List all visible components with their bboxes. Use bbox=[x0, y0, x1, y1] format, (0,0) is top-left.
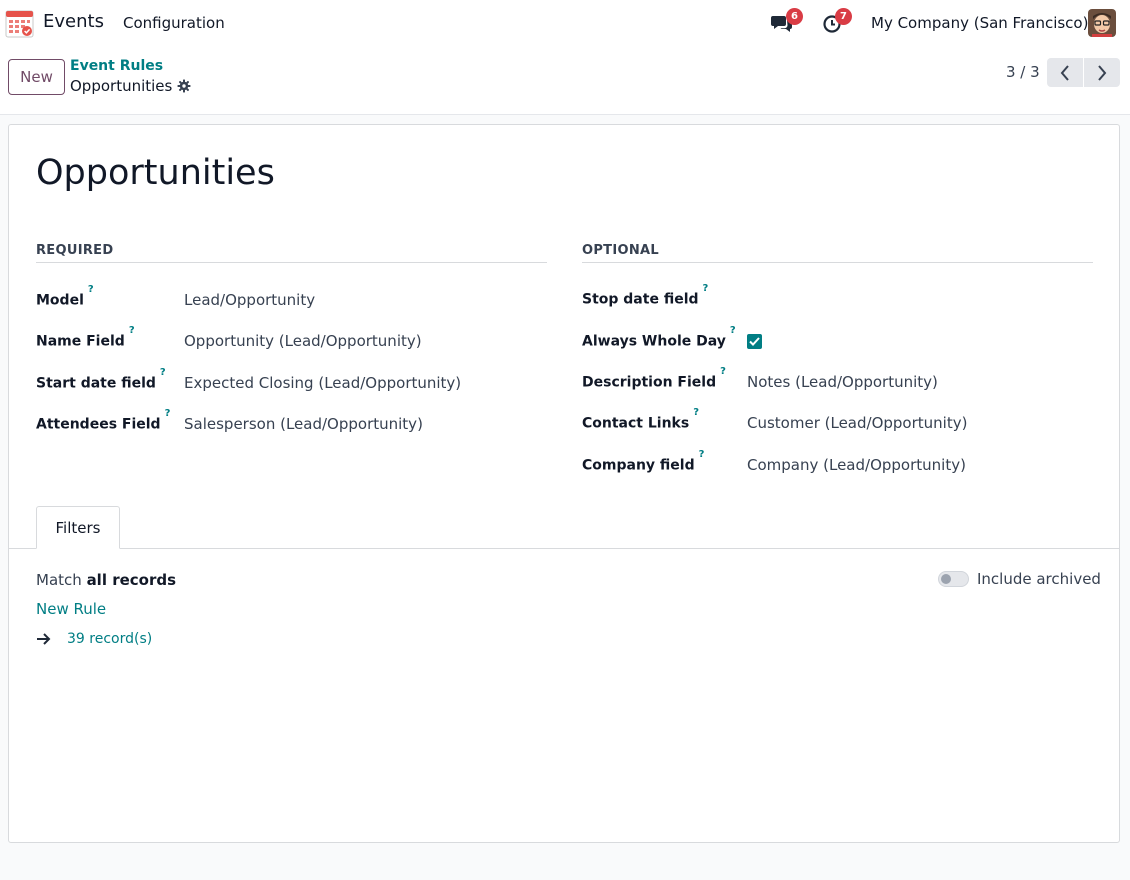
check-icon bbox=[749, 337, 760, 346]
chat-badge: 6 bbox=[786, 8, 803, 25]
field-value-description[interactable]: Notes (Lead/Opportunity) bbox=[747, 373, 938, 391]
company-switcher[interactable]: My Company (San Francisco) bbox=[871, 14, 1088, 32]
help-icon[interactable]: ? bbox=[699, 449, 705, 460]
field-row-start-date: Start date field? Expected Closing (Lead… bbox=[36, 367, 546, 394]
help-icon[interactable]: ? bbox=[88, 284, 94, 295]
calendar-app-icon[interactable] bbox=[5, 8, 34, 38]
field-row-description: Description Field? Notes (Lead/Opportuni… bbox=[582, 366, 1092, 393]
chevron-left-icon bbox=[1060, 64, 1069, 81]
field-row-company: Company field? Company (Lead/Opportunity… bbox=[582, 449, 1092, 476]
whole-day-checkbox[interactable] bbox=[747, 334, 762, 349]
notebook-divider bbox=[9, 548, 1119, 549]
group-required-heading: REQUIRED bbox=[36, 243, 547, 263]
tab-filters[interactable]: Filters bbox=[36, 506, 120, 549]
help-icon[interactable]: ? bbox=[720, 366, 726, 377]
field-row-attendees: Attendees Field? Salesperson (Lead/Oppor… bbox=[36, 408, 546, 435]
field-label-model: Model? bbox=[36, 284, 94, 309]
help-icon[interactable]: ? bbox=[703, 283, 709, 294]
field-value-company[interactable]: Company (Lead/Opportunity) bbox=[747, 456, 966, 474]
field-label-company: Company field? bbox=[582, 449, 705, 474]
record-title[interactable]: Opportunities bbox=[36, 153, 275, 193]
records-count-link[interactable]: 39 record(s) bbox=[67, 631, 152, 647]
activity-badge: 7 bbox=[835, 8, 852, 25]
match-prefix: Match bbox=[36, 571, 82, 589]
top-navbar: Events Configuration 6 7 My Company (San… bbox=[0, 0, 1130, 46]
field-row-whole-day: Always Whole Day? bbox=[582, 325, 1092, 352]
include-archived-label: Include archived bbox=[977, 570, 1101, 588]
field-label-contact-links: Contact Links? bbox=[582, 407, 700, 432]
pager-previous-button[interactable] bbox=[1047, 58, 1083, 87]
help-icon[interactable]: ? bbox=[160, 367, 166, 378]
breadcrumb-current-label: Opportunities bbox=[70, 77, 173, 95]
field-row-contact-links: Contact Links? Customer (Lead/Opportunit… bbox=[582, 407, 1092, 434]
new-button[interactable]: New bbox=[8, 59, 65, 95]
app-name[interactable]: Events bbox=[43, 11, 104, 32]
field-value-name[interactable]: Opportunity (Lead/Opportunity) bbox=[184, 332, 422, 350]
field-value-start-date[interactable]: Expected Closing (Lead/Opportunity) bbox=[184, 374, 461, 392]
field-value-model[interactable]: Lead/Opportunity bbox=[184, 291, 315, 309]
control-panel: New Event Rules Opportunities 3 / 3 bbox=[0, 46, 1130, 115]
records-count-row: 39 record(s) bbox=[36, 631, 152, 647]
field-row-stop-date: Stop date field? bbox=[582, 283, 1092, 310]
pager-value[interactable]: 3 / 3 bbox=[1006, 63, 1040, 81]
field-label-stop-date: Stop date field? bbox=[582, 283, 709, 308]
new-rule-link[interactable]: New Rule bbox=[36, 600, 106, 618]
field-label-attendees: Attendees Field? bbox=[36, 408, 171, 433]
field-row-name: Name Field? Opportunity (Lead/Opportunit… bbox=[36, 325, 546, 352]
field-label-description: Description Field? bbox=[582, 366, 726, 391]
arrow-right-icon bbox=[37, 633, 51, 645]
include-archived[interactable]: Include archived bbox=[938, 570, 1101, 588]
field-row-model: Model? Lead/Opportunity bbox=[36, 284, 546, 311]
match-selector[interactable]: all records bbox=[87, 571, 176, 589]
form-sheet: Opportunities REQUIRED OPTIONAL Model? L… bbox=[8, 124, 1120, 843]
help-icon[interactable]: ? bbox=[693, 407, 699, 418]
chevron-right-icon bbox=[1098, 64, 1107, 81]
help-icon[interactable]: ? bbox=[129, 325, 135, 336]
group-optional-heading: OPTIONAL bbox=[582, 243, 1093, 263]
field-value-contact-links[interactable]: Customer (Lead/Opportunity) bbox=[747, 414, 967, 432]
menu-configuration[interactable]: Configuration bbox=[123, 14, 225, 32]
gear-icon[interactable] bbox=[177, 79, 191, 93]
avatar[interactable] bbox=[1088, 9, 1116, 37]
help-icon[interactable]: ? bbox=[730, 325, 736, 336]
help-icon[interactable]: ? bbox=[165, 408, 171, 419]
breadcrumb-current: Opportunities bbox=[70, 77, 191, 95]
field-label-name: Name Field? bbox=[36, 325, 135, 350]
field-label-start-date: Start date field? bbox=[36, 367, 166, 392]
breadcrumb-parent[interactable]: Event Rules bbox=[70, 58, 163, 74]
field-label-whole-day: Always Whole Day? bbox=[582, 325, 736, 350]
domain-match: Match all records bbox=[36, 571, 176, 589]
field-value-attendees[interactable]: Salesperson (Lead/Opportunity) bbox=[184, 415, 423, 433]
pager-next-button[interactable] bbox=[1084, 58, 1120, 87]
include-archived-toggle[interactable] bbox=[938, 571, 969, 587]
